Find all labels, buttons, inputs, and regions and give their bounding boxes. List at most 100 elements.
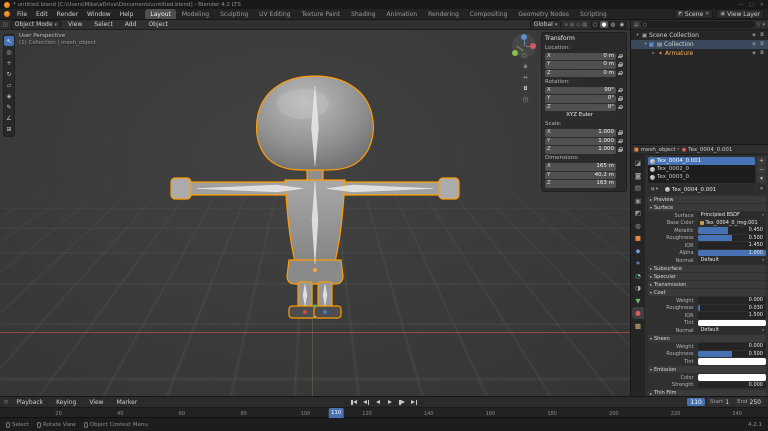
property-control[interactable]: Default ▾ [698, 327, 766, 334]
shading-rendered[interactable]: ◉ [618, 21, 626, 28]
gizmo-x-dot[interactable] [530, 43, 536, 49]
property-control[interactable]: ▾ [698, 358, 766, 365]
constraints-tab[interactable]: ◑ [632, 282, 644, 294]
transform-row[interactable]: Z 0 m [545, 70, 623, 78]
lock-icon[interactable] [617, 62, 623, 68]
property-control[interactable]: 0.000 ▾ [698, 382, 766, 389]
transform-row[interactable]: Z 0° [545, 104, 623, 112]
minimize-button[interactable]: — [738, 2, 743, 8]
timeline-menu-item[interactable]: Keying [52, 398, 80, 407]
tool-tab[interactable]: ◪ [632, 157, 644, 169]
collection-checkbox[interactable]: ✓ [649, 42, 654, 47]
transform-row[interactable]: Z 1.000 [545, 146, 623, 154]
jump-to-next-keyframe-button[interactable] [397, 398, 407, 406]
transform-row[interactable]: X 90° [545, 87, 623, 95]
object-tab[interactable]: ■ [632, 232, 644, 244]
property-control[interactable]: ▾ [698, 374, 766, 381]
lock-icon[interactable] [617, 53, 623, 59]
workspace-tab[interactable]: Layout [145, 9, 175, 19]
visibility-eye-icon[interactable]: ◉ [750, 51, 758, 56]
mode-dropdown[interactable]: Object Mode ▾ [11, 20, 61, 30]
gizmo-y-dot[interactable] [512, 50, 518, 56]
property-control[interactable]: 0.450 ▾ [698, 227, 766, 234]
physics-tab[interactable]: ◔ [632, 270, 644, 282]
material-slot[interactable]: Tex_0004_0.001 [648, 157, 755, 165]
property-control[interactable]: 1.000 ▾ [698, 250, 766, 257]
transform-row[interactable]: Y 0° [545, 95, 623, 103]
outliner-search-input[interactable]: ○ [641, 21, 755, 28]
expand-caret-icon[interactable]: ▾ [642, 42, 649, 47]
workspace-tab[interactable]: Geometry Nodes [513, 9, 574, 19]
material-name-field[interactable]: Tex_0004_0.001 [663, 185, 755, 194]
property-control[interactable]: ▾ [698, 320, 766, 327]
workspace-tab[interactable]: Shading [346, 9, 380, 19]
output-tab[interactable]: ▤ [632, 182, 644, 194]
property-control[interactable]: 0.000 ▾ [698, 343, 766, 350]
viewport-menu-item[interactable]: Object [144, 20, 172, 29]
transform-row[interactable]: XYZ Euler [545, 112, 623, 120]
transform-row[interactable]: X 165 m [545, 163, 623, 171]
tool-scale[interactable]: ▱ [4, 80, 14, 90]
close-button[interactable]: ✕ [760, 2, 764, 8]
remove-material-slot[interactable]: − [757, 166, 766, 174]
lock-icon[interactable] [617, 87, 623, 93]
editor-type-icon[interactable]: ◴ [4, 399, 8, 405]
render-visibility-icon[interactable]: ◘ [758, 51, 766, 56]
snap-magnet-icon[interactable]: ∪ [564, 22, 568, 28]
jump-to-end-button[interactable] [409, 398, 419, 406]
unlink-material-button[interactable]: ✕ [757, 185, 766, 194]
outliner-row[interactable]: ▸ ✓ ✦ Armature ◉ ◘ [631, 49, 768, 58]
viewport-menu-item[interactable]: View [64, 20, 86, 29]
scene-tab[interactable]: ◩ [632, 207, 644, 219]
menu-item[interactable]: Render [53, 10, 82, 19]
texture-tab[interactable]: ▩ [632, 320, 644, 332]
tool-measure[interactable]: ∠ [4, 113, 14, 123]
timeline-menu-item[interactable]: View [85, 398, 107, 407]
material-specials[interactable]: ▾ [757, 175, 766, 183]
timeline-menu-item[interactable]: Marker [113, 398, 142, 407]
shading-solid[interactable]: ● [600, 21, 608, 28]
expand-caret-icon[interactable]: ▸ [650, 51, 657, 56]
material-tab[interactable]: ● [632, 307, 644, 319]
workspace-tab[interactable]: Sculpting [215, 9, 253, 19]
jump-to-prev-keyframe-button[interactable] [361, 398, 371, 406]
lock-icon[interactable] [617, 138, 623, 144]
breadcrumb-material-name[interactable]: Tex_0004_0.001 [688, 147, 732, 153]
tool-cursor[interactable]: ◎ [4, 47, 14, 57]
property-control[interactable]: Principled BSDF ▾ [698, 212, 766, 219]
playhead[interactable]: 110 [329, 408, 344, 418]
tool-transform[interactable]: ◈ [4, 91, 14, 101]
jump-to-start-button[interactable] [349, 398, 359, 406]
object-data-tab[interactable]: ▼ [632, 295, 644, 307]
workspace-tab[interactable]: Rendering [423, 9, 464, 19]
close-icon[interactable]: ✕ [705, 11, 709, 17]
tool-annotate[interactable]: ✎ [4, 102, 14, 112]
workspace-tab[interactable]: Compositing [465, 9, 513, 19]
transform-row[interactable]: Y 40.2 m [545, 172, 623, 180]
material-slot[interactable]: Tex_0003_0 [648, 173, 755, 181]
pan-icon[interactable]: ↔ [521, 73, 530, 82]
editor-type-icon[interactable]: ◫ [3, 22, 8, 28]
tool-move[interactable]: + [4, 58, 14, 68]
maximize-button[interactable]: □ [749, 2, 754, 8]
current-frame-field[interactable]: 110 [687, 398, 704, 406]
scene-selector[interactable]: ◩ Scene ✕ [674, 9, 713, 19]
view-layer-tab[interactable]: ▣ [632, 195, 644, 207]
property-control[interactable]: Default ▾ [698, 257, 766, 264]
outliner-row[interactable]: ▾ ✓ ▣ Scene Collection ◉ ◘ [631, 31, 768, 40]
navigation-gizmo[interactable] [512, 34, 536, 58]
viewport-menu-item[interactable]: Add [121, 20, 141, 29]
filter-icon[interactable]: ▽ [757, 22, 761, 28]
workspace-tab[interactable]: UV Editing [254, 9, 295, 19]
tool-select-box[interactable]: ↖ [4, 36, 14, 46]
render-tab[interactable]: ◙ [632, 170, 644, 182]
viewport-canvas[interactable]: ↖◎+↻▱◈✎∠⊞ User Perspective (1) Collectio… [0, 30, 630, 396]
transform-row[interactable]: Y 0 m [545, 61, 623, 69]
editor-type-icon[interactable]: ▤ [634, 22, 639, 28]
breadcrumb-object-name[interactable]: mesh_object [641, 147, 676, 153]
overlays-toggle-icon[interactable]: ▥ [582, 22, 587, 28]
outliner-item-label[interactable]: Collection [664, 41, 694, 48]
particles-tab[interactable]: ∗ [632, 257, 644, 269]
timeline-menu-item[interactable]: Playback [12, 398, 47, 407]
property-control[interactable]: 1.500 ▾ [698, 312, 766, 319]
